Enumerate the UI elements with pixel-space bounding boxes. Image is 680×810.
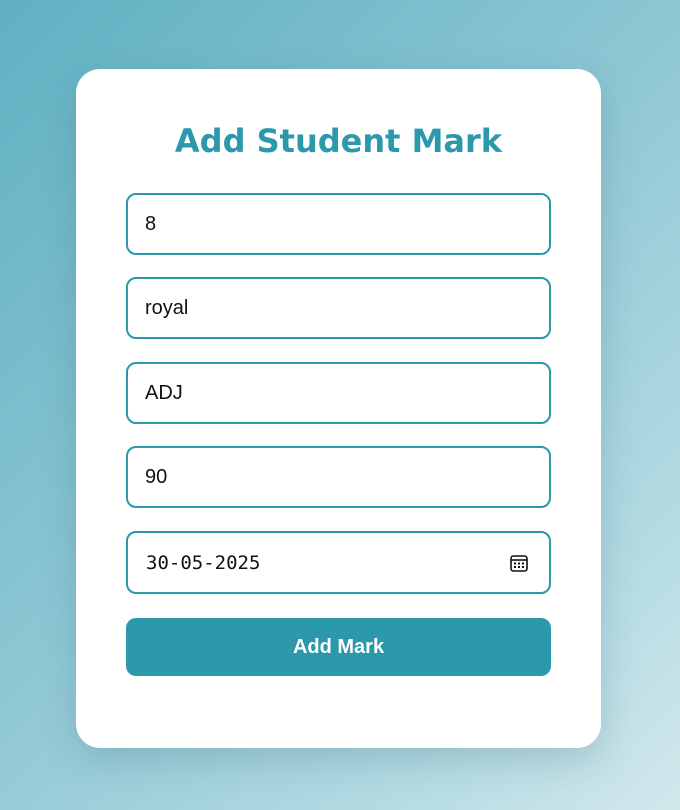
mark-input[interactable] bbox=[128, 448, 549, 506]
date-input[interactable] bbox=[128, 533, 549, 592]
add-mark-button[interactable]: Add Mark bbox=[126, 618, 551, 676]
form-title: Add Student Mark bbox=[174, 122, 503, 160]
add-mark-card: Add Student Mark Add Mark bbox=[76, 69, 601, 748]
field-1-container bbox=[126, 193, 551, 255]
student-id-input[interactable] bbox=[128, 195, 549, 253]
subject-input[interactable] bbox=[128, 364, 549, 422]
field-2-container bbox=[126, 277, 551, 339]
field-5-container bbox=[126, 531, 551, 594]
calendar-icon[interactable] bbox=[509, 553, 529, 573]
student-name-input[interactable] bbox=[128, 279, 549, 337]
field-3-container bbox=[126, 362, 551, 424]
field-4-container bbox=[126, 446, 551, 508]
